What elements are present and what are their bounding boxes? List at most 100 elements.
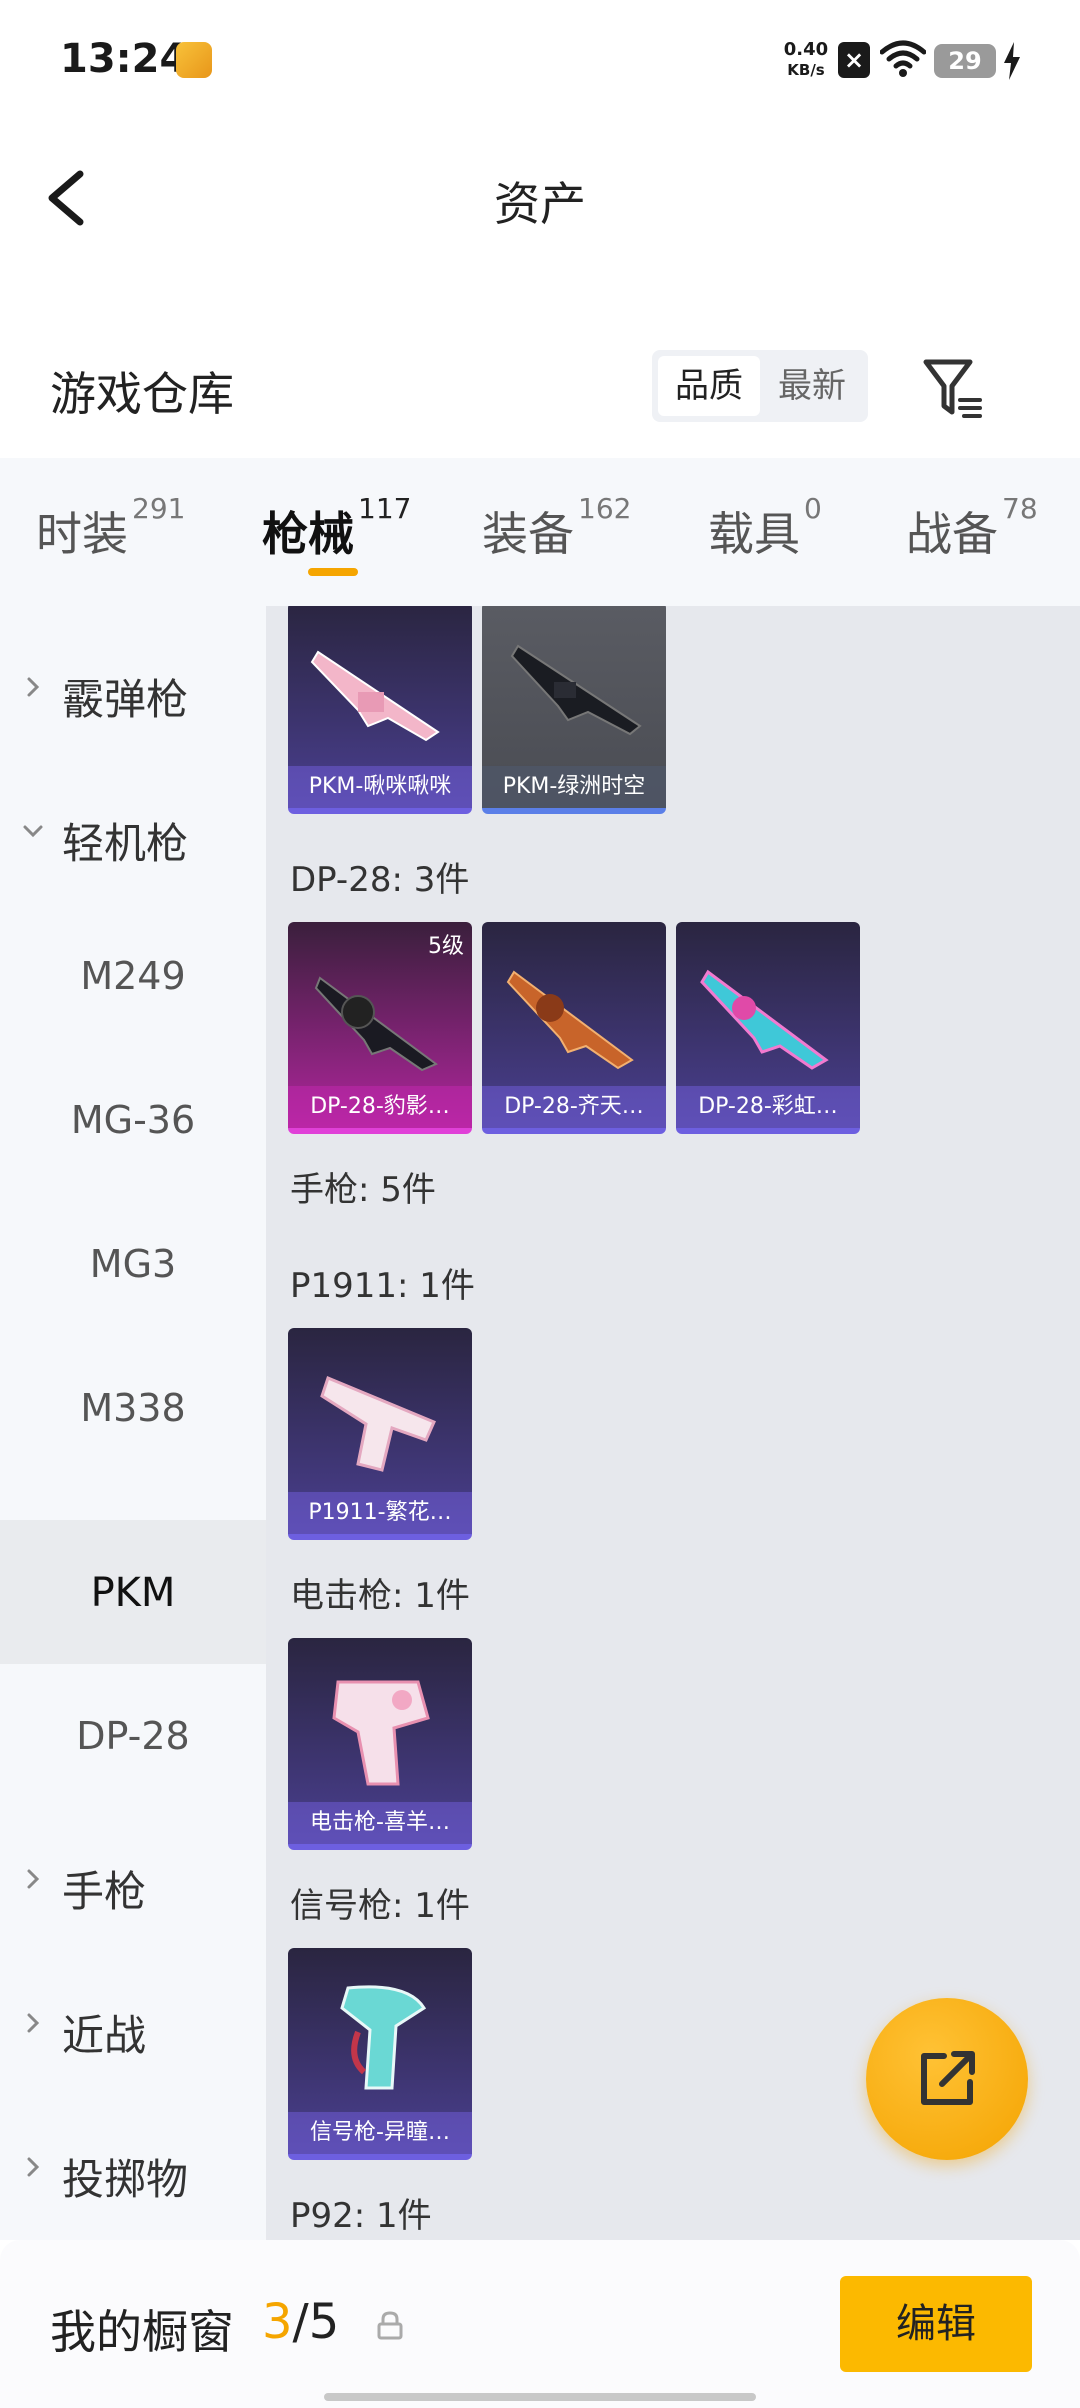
sidebar-item-lmg[interactable]: 轻机枪: [0, 760, 266, 904]
sidebar-item-label: 轻机枪: [62, 819, 189, 868]
sidebar-item-shotgun[interactable]: 霰弹枪: [0, 616, 266, 760]
showcase-current: 3: [262, 2294, 293, 2350]
warehouse-title: 游戏仓库: [50, 367, 234, 421]
tab-count: 291: [132, 492, 186, 525]
close-box-icon: ×: [838, 42, 870, 78]
page-title: 资产: [494, 177, 586, 231]
home-indicator[interactable]: [324, 2393, 756, 2401]
item-card[interactable]: 5级 DP-28-豹影…: [288, 922, 472, 1134]
sidebar-item-label: 近战: [62, 2011, 147, 2060]
item-card[interactable]: PKM-绿洲时空: [482, 606, 666, 814]
filter-icon[interactable]: [920, 354, 984, 420]
item-card[interactable]: P1911-繁花…: [288, 1328, 472, 1540]
sidebar-item-label: PKM: [90, 1570, 176, 1616]
section-label-dp28: DP-28: 3件: [290, 860, 470, 900]
tab-label: 装备: [482, 507, 574, 561]
item-card[interactable]: DP-28-齐天…: [482, 922, 666, 1134]
chevron-right-icon: [27, 2013, 40, 2033]
item-name: DP-28-齐天…: [482, 1086, 666, 1128]
tab-tactical[interactable]: 战备 78: [906, 492, 1038, 564]
bottom-bar: 我的橱窗 3/5 编辑: [0, 2240, 1080, 2408]
item-card[interactable]: DP-28-彩虹…: [676, 922, 860, 1134]
status-time: 13:24: [60, 36, 188, 82]
section-label-pistol: 手枪: 5件: [290, 1170, 436, 1210]
section-label-stun-gun: 电击枪: 1件: [290, 1576, 470, 1616]
rifle-icon: [314, 976, 438, 1072]
sidebar-item-melee[interactable]: 近战: [0, 1952, 266, 2096]
item-name: PKM-啾咪啾咪: [288, 766, 472, 808]
item-card[interactable]: 电击枪-喜羊…: [288, 1638, 472, 1850]
sidebar-item-label: MG-36: [70, 1098, 196, 1142]
app-icon: [176, 42, 212, 78]
lock-icon: [377, 2311, 403, 2340]
sidebar-item-label: 手枪: [62, 1867, 147, 1916]
battery-icon: 29: [934, 44, 996, 78]
item-name: P1911-繁花…: [288, 1492, 472, 1534]
sidebar: 霰弹枪 轻机枪 M249 MG-36 MG3 M338 PKM DP-28 手枪…: [0, 606, 266, 2240]
network-speed: 0.40 KB/s: [776, 40, 836, 80]
pistol-icon: [320, 1375, 436, 1472]
share-button[interactable]: [866, 1998, 1028, 2160]
tab-label: 时装: [36, 507, 128, 561]
sidebar-item-m338[interactable]: M338: [0, 1336, 266, 1480]
sidebar-item-label: 霰弹枪: [62, 675, 189, 724]
network-speed-value: 0.40: [783, 39, 829, 60]
section-label-flare-gun: 信号枪: 1件: [290, 1886, 470, 1926]
tab-count: 162: [578, 492, 632, 525]
sidebar-item-mg3[interactable]: MG3: [0, 1192, 266, 1336]
active-tab-indicator: [308, 568, 358, 576]
showcase-count: 3/5: [262, 2294, 339, 2350]
tab-count: 0: [804, 492, 822, 525]
tab-equipment[interactable]: 装备 162: [482, 492, 631, 564]
showcase-title: 我的橱窗: [50, 2305, 234, 2359]
item-name: DP-28-豹影…: [288, 1086, 472, 1128]
item-name: PKM-绿洲时空: [482, 766, 666, 808]
sort-option-newest[interactable]: 最新: [762, 356, 862, 416]
section-label-p1911: P1911: 1件: [290, 1266, 475, 1306]
flare-gun-icon: [340, 1985, 427, 2090]
item-grid: PKM-啾咪啾咪 PKM-绿洲时空 DP-28: 3件 5级 DP-28-豹影……: [266, 606, 1080, 2240]
sort-option-quality[interactable]: 品质: [658, 356, 760, 416]
section-label-p92: P92: 1件: [290, 2196, 432, 2236]
category-tabs: 时装 291 枪械 117 装备 162 载具 0 战备 78: [0, 458, 1080, 606]
chevron-right-icon: [27, 677, 40, 697]
chevron-down-icon: [23, 825, 43, 838]
sidebar-item-mg36[interactable]: MG-36: [0, 1048, 266, 1192]
charging-bolt-icon: [1004, 42, 1020, 80]
wifi-icon: [880, 40, 926, 77]
tab-count: 117: [358, 492, 412, 525]
status-bar: 13:24 0.40 KB/s × 29: [0, 0, 1080, 120]
sidebar-item-dp28[interactable]: DP-28: [0, 1664, 266, 1808]
sidebar-item-label: 投掷物: [62, 2155, 189, 2204]
edit-button[interactable]: 编辑: [840, 2276, 1032, 2372]
stun-gun-icon: [332, 1680, 430, 1786]
item-name: 信号枪-异瞳…: [288, 2112, 472, 2154]
tab-count: 78: [1002, 492, 1038, 525]
sidebar-item-m249[interactable]: M249: [0, 904, 266, 1048]
tab-vehicles[interactable]: 载具 0: [708, 492, 822, 564]
sort-toggle: 品质 最新: [652, 350, 868, 422]
sidebar-item-throwable[interactable]: 投掷物: [0, 2096, 266, 2240]
tab-label: 枪械: [262, 507, 354, 561]
sidebar-item-label: MG3: [89, 1242, 177, 1286]
machine-gun-icon: [510, 644, 642, 736]
item-card[interactable]: 信号枪-异瞳…: [288, 1948, 472, 2160]
network-speed-unit: KB/s: [787, 61, 825, 79]
tab-guns[interactable]: 枪械 117: [262, 492, 411, 564]
item-name: 电击枪-喜羊…: [288, 1802, 472, 1844]
item-name: DP-28-彩虹…: [676, 1086, 860, 1128]
tab-label: 载具: [708, 507, 800, 561]
machine-gun-icon: [310, 650, 440, 742]
sidebar-item-label: M338: [80, 1386, 186, 1430]
tab-fashion[interactable]: 时装 291: [36, 492, 185, 564]
rifle-icon: [700, 969, 829, 1070]
tab-label: 战备: [906, 507, 998, 561]
sidebar-item-label: M249: [80, 954, 186, 998]
chevron-right-icon: [27, 2157, 40, 2177]
share-external-icon: [921, 2051, 975, 2105]
sidebar-item-label: DP-28: [76, 1714, 190, 1758]
sidebar-item-pistol[interactable]: 手枪: [0, 1808, 266, 1952]
showcase-total: 5: [308, 2294, 340, 2350]
sidebar-item-pkm[interactable]: PKM: [0, 1520, 266, 1664]
item-card[interactable]: PKM-啾咪啾咪: [288, 606, 472, 814]
